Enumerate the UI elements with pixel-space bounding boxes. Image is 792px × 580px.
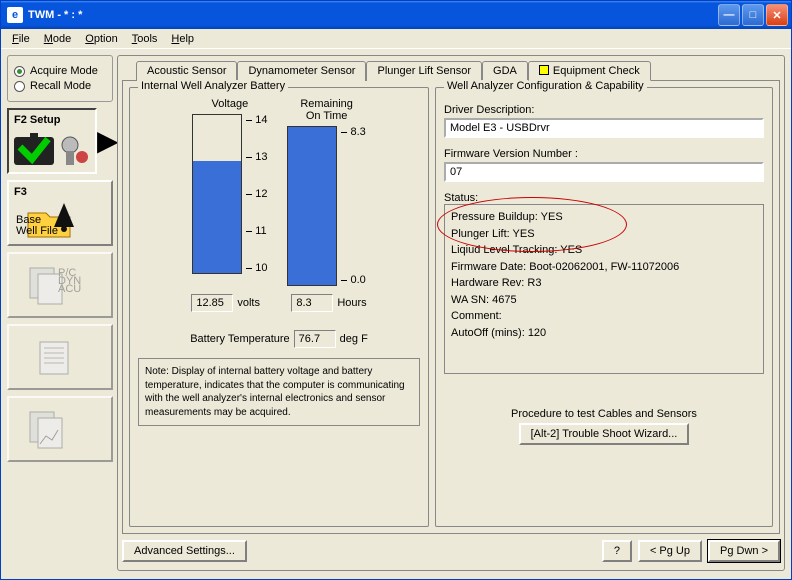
radio-recall-mode[interactable]: Recall Mode: [14, 80, 106, 92]
firmware-label: Firmware Version Number :: [444, 148, 764, 160]
remaining-ticks: 8.3 0.0: [341, 126, 365, 286]
page-up-button[interactable]: < Pg Up: [638, 540, 702, 562]
status-line: Hardware Rev: R3: [451, 275, 757, 292]
voltage-ticks: 14 13 12 11 10: [246, 114, 267, 274]
troubleshoot-button[interactable]: [Alt-2] Trouble Shoot Wizard...: [519, 423, 690, 445]
battery-group: Internal Well Analyzer Battery Voltage 1…: [129, 87, 429, 527]
remaining-value: 8.3: [291, 294, 333, 312]
procedure-label: Procedure to test Cables and Sensors: [444, 408, 764, 420]
app-window: e TWM - * : * — □ ✕ File Mode Option Too…: [0, 0, 792, 580]
status-label: Status:: [444, 192, 478, 204]
tab-body: Internal Well Analyzer Battery Voltage 1…: [122, 80, 780, 534]
body: Acquire Mode Recall Mode F2 Setup: [1, 49, 791, 579]
menu-help[interactable]: Help: [164, 31, 201, 47]
setup-icon: [12, 127, 92, 169]
status-line: Plunger Lift: YES: [451, 226, 757, 243]
bottom-bar: Advanced Settings... ? < Pg Up Pg Dwn >: [122, 540, 780, 562]
highlight-icon: [539, 65, 549, 75]
charts-icon: [12, 401, 108, 457]
nav-f3-wellfile[interactable]: F3 Base Well File: [7, 180, 113, 246]
tick: 14: [246, 114, 267, 126]
status-line: AutoOff (mins): 120: [451, 325, 757, 342]
remaining-label: Remaining On Time: [300, 98, 353, 122]
config-group: Well Analyzer Configuration & Capability…: [435, 87, 773, 527]
voltage-value: 12.85: [191, 294, 233, 312]
minimize-button[interactable]: —: [718, 4, 740, 26]
status-line: Liqiud Level Tracking: YES: [451, 242, 757, 259]
temp-value: 76.7: [294, 330, 336, 348]
nav-f2-label: F2 Setup: [12, 113, 92, 127]
mode-group: Acquire Mode Recall Mode: [7, 55, 113, 102]
status-box: Pressure Buildup: YES Plunger Lift: YES …: [444, 204, 764, 374]
voltage-gauge: Voltage 14 13 12 11 10: [192, 98, 267, 286]
nav-slot-4: P/C DYN ACU: [7, 252, 113, 318]
maximize-button[interactable]: □: [742, 4, 764, 26]
temp-unit: deg F: [340, 333, 368, 345]
status-line: Firmware Date: Boot-02062001, FW-1107200…: [451, 259, 757, 276]
advanced-settings-button[interactable]: Advanced Settings...: [122, 540, 247, 562]
tick: 10: [246, 262, 267, 274]
tabstrip: Acoustic Sensor Dynamometer Sensor Plung…: [136, 60, 780, 80]
radio-acquire-label: Acquire Mode: [30, 65, 98, 77]
tab-equipment-label: Equipment Check: [553, 65, 640, 77]
menu-mode[interactable]: Mode: [37, 31, 79, 47]
wellfile-icon: [12, 199, 108, 241]
app-icon: e: [7, 7, 23, 23]
tick: 8.3: [341, 126, 365, 138]
tick: 12: [246, 188, 267, 200]
voltage-bar: [192, 114, 242, 274]
voltage-unit: volts: [237, 297, 287, 309]
radio-acquire-mode[interactable]: Acquire Mode: [14, 65, 106, 77]
menu-file[interactable]: File: [5, 31, 37, 47]
temp-label: Battery Temperature: [190, 333, 289, 345]
tab-acoustic-sensor[interactable]: Acoustic Sensor: [136, 61, 237, 81]
nav-f2-setup[interactable]: F2 Setup: [7, 108, 97, 174]
tick: 11: [246, 225, 267, 237]
help-button[interactable]: ?: [602, 540, 632, 562]
remaining-unit: Hours: [337, 297, 366, 309]
driver-input[interactable]: [444, 118, 764, 138]
config-group-legend: Well Analyzer Configuration & Capability: [444, 80, 647, 92]
status-line: Comment:: [451, 308, 757, 325]
menu-option[interactable]: Option: [78, 31, 124, 47]
driver-label: Driver Description:: [444, 104, 764, 116]
nav-slot-6: [7, 396, 113, 462]
page-down-button[interactable]: Pg Dwn >: [708, 540, 780, 562]
tick: 0.0: [341, 274, 365, 286]
titlebar: e TWM - * : * — □ ✕: [1, 1, 791, 29]
close-button[interactable]: ✕: [766, 4, 788, 26]
tab-equipment-check[interactable]: Equipment Check: [528, 61, 651, 81]
left-sidebar: Acquire Mode Recall Mode F2 Setup: [7, 55, 113, 571]
remaining-bar: [287, 126, 337, 286]
remaining-time-gauge: Remaining On Time 8.3 0.0: [287, 98, 365, 286]
battery-note: Note: Display of internal battery voltag…: [138, 358, 420, 426]
tick: 13: [246, 151, 267, 163]
tab-gda[interactable]: GDA: [482, 61, 528, 81]
nav-f3-label: F3: [12, 185, 108, 199]
document-icon: [12, 329, 108, 385]
nav-slot-5: [7, 324, 113, 390]
svg-text:ACU: ACU: [58, 283, 81, 295]
status-line: Pressure Buildup: YES: [451, 209, 757, 226]
radio-recall-label: Recall Mode: [30, 80, 91, 92]
status-line: WA SN: 4675: [451, 292, 757, 309]
main-panel: Acoustic Sensor Dynamometer Sensor Plung…: [117, 55, 785, 571]
firmware-input[interactable]: [444, 162, 764, 182]
menubar: File Mode Option Tools Help: [1, 29, 791, 49]
reports-icon: P/C DYN ACU: [12, 257, 108, 313]
tab-dynamometer-sensor[interactable]: Dynamometer Sensor: [237, 61, 366, 81]
window-title: TWM - * : *: [28, 9, 82, 21]
battery-group-legend: Internal Well Analyzer Battery: [138, 80, 288, 92]
tab-plunger-lift-sensor[interactable]: Plunger Lift Sensor: [366, 61, 482, 81]
menu-tools[interactable]: Tools: [125, 31, 165, 47]
voltage-label: Voltage: [211, 98, 248, 110]
